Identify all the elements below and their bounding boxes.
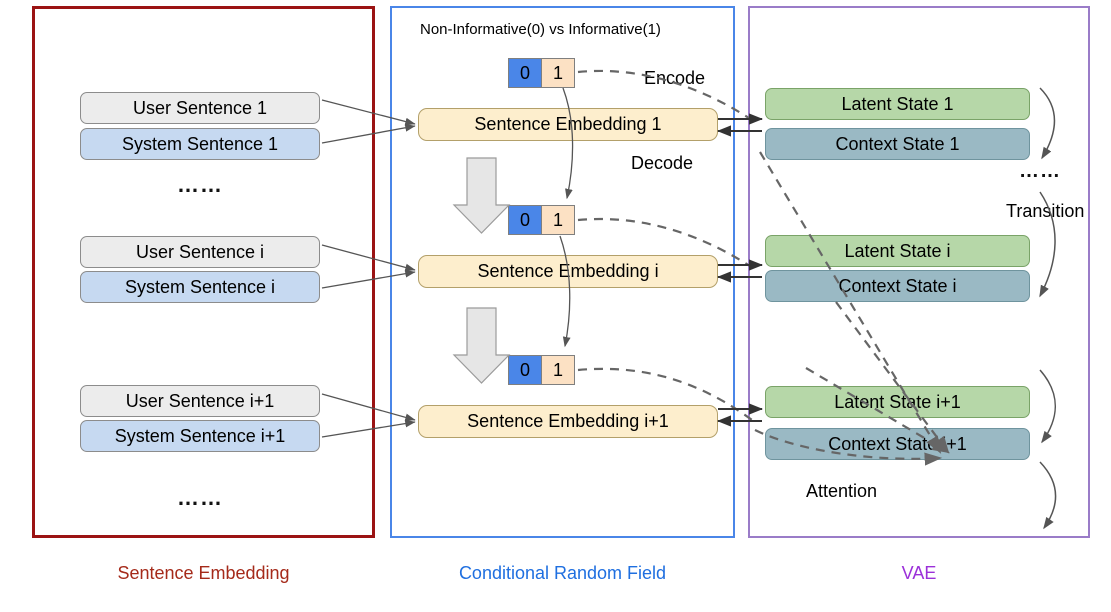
latent-state-box-i-plus-1[interactable]: Latent State i+1 <box>765 386 1030 418</box>
latent-state-box-1[interactable]: Latent State 1 <box>765 88 1030 120</box>
context-state-box-1[interactable]: Context State 1 <box>765 128 1030 160</box>
encode-label: Encode <box>644 68 706 88</box>
crf-tag-one-1[interactable]: 1 <box>541 58 575 88</box>
transition-label: Transition <box>1006 201 1085 221</box>
user-sentence-box-1[interactable]: User Sentence 1 <box>80 92 320 124</box>
panel-label-conditional-random-field: Conditional Random Field <box>458 563 667 583</box>
system-sentence-box-1[interactable]: System Sentence 1 <box>80 128 320 160</box>
crf-legend-label: Non-Informative(0) vs Informative(1) <box>420 21 661 38</box>
context-state-box-i[interactable]: Context State i <box>765 270 1030 302</box>
user-sentence-box-i[interactable]: User Sentence i <box>80 236 320 268</box>
decode-label: Decode <box>631 153 694 173</box>
sentence-embedding-box-i[interactable]: Sentence Embedding i <box>418 255 718 288</box>
crf-tag-zero-i-plus-1[interactable]: 0 <box>508 355 542 385</box>
crf-tag-zero-i[interactable]: 0 <box>508 205 542 235</box>
latent-state-box-i[interactable]: Latent State i <box>765 235 1030 267</box>
crf-tag-zero-1[interactable]: 0 <box>508 58 542 88</box>
panel-label-vae: VAE <box>901 563 937 583</box>
vae-ellipsis: …… <box>1019 160 1061 182</box>
context-state-box-i-plus-1[interactable]: Context State i+1 <box>765 428 1030 460</box>
sentence-embedding-box-i-plus-1[interactable]: Sentence Embedding i+1 <box>418 405 718 438</box>
diagram-canvas: User Sentence 1 System Sentence 1 …… Use… <box>0 0 1111 612</box>
user-sentence-box-i-plus-1[interactable]: User Sentence i+1 <box>80 385 320 417</box>
left-ellipsis-top: …… <box>177 172 223 197</box>
crf-tag-one-i-plus-1[interactable]: 1 <box>541 355 575 385</box>
left-ellipsis-bottom: …… <box>177 485 223 510</box>
sentence-embedding-box-1[interactable]: Sentence Embedding 1 <box>418 108 718 141</box>
panel-label-sentence-embedding: Sentence Embedding <box>117 563 290 583</box>
crf-tag-one-i[interactable]: 1 <box>541 205 575 235</box>
attention-label: Attention <box>806 481 878 501</box>
system-sentence-box-i-plus-1[interactable]: System Sentence i+1 <box>80 420 320 452</box>
system-sentence-box-i[interactable]: System Sentence i <box>80 271 320 303</box>
